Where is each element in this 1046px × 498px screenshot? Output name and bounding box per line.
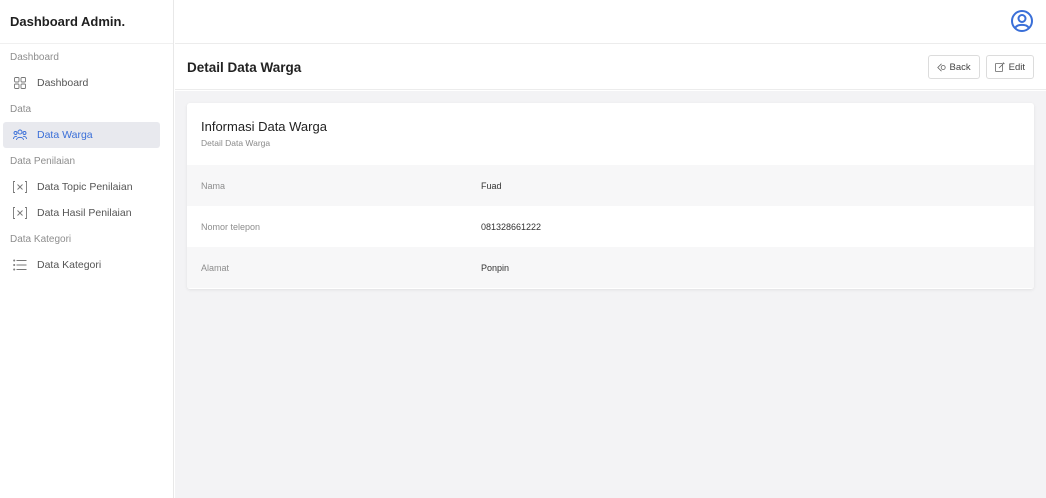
sidebar-item-label: Dashboard xyxy=(37,77,89,89)
sidebar-item-label: Data Topic Penilaian xyxy=(37,181,133,193)
row-key: Nama xyxy=(201,180,226,191)
row-value: Fuad xyxy=(481,180,502,191)
sidebar-item-data-topic-penilaian[interactable]: Data Topic Penilaian xyxy=(3,174,160,200)
detail-row-nama: Nama Fuad xyxy=(187,165,1034,206)
list-icon xyxy=(12,258,28,272)
sidebar-item-data-kategori[interactable]: Data Kategori xyxy=(3,252,160,278)
sidebar-item-label: Data Warga xyxy=(37,129,93,141)
brand-title: Dashboard Admin. xyxy=(0,0,173,44)
sidebar-item-label: Data Kategori xyxy=(37,259,102,271)
grid-icon xyxy=(12,76,28,90)
detail-card: Informasi Data Warga Detail Data Warga N… xyxy=(187,103,1034,289)
page-title: Detail Data Warga xyxy=(187,59,302,75)
row-key: Alamat xyxy=(201,262,230,273)
sidebar-item-dashboard[interactable]: Dashboard xyxy=(3,70,160,96)
back-label: Back xyxy=(949,61,971,73)
main-content: Informasi Data Warga Detail Data Warga N… xyxy=(175,91,1046,498)
people-icon xyxy=(12,128,28,142)
section-data: Data xyxy=(10,103,32,115)
top-bar xyxy=(175,0,1046,44)
edit-icon xyxy=(994,62,1005,72)
edit-button[interactable]: Edit xyxy=(985,55,1034,79)
detail-row-alamat: Alamat Ponpin xyxy=(187,247,1034,288)
section-data-kategori: Data Kategori xyxy=(10,233,72,245)
user-avatar-icon[interactable] xyxy=(1010,9,1034,33)
x-bracket-icon xyxy=(12,180,28,194)
section-data-penilaian: Data Penilaian xyxy=(10,155,76,167)
header-actions: Back Edit xyxy=(927,55,1034,79)
back-button[interactable]: Back xyxy=(927,55,980,79)
card-subtitle: Detail Data Warga xyxy=(201,138,271,148)
sidebar-item-data-warga[interactable]: Data Warga xyxy=(3,122,160,148)
sidebar-item-data-hasil-penilaian[interactable]: Data Hasil Penilaian xyxy=(3,200,160,226)
row-value: 081328661222 xyxy=(481,221,542,232)
row-key: Nomor telepon xyxy=(201,221,261,232)
x-bracket-icon xyxy=(12,206,28,220)
sidebar: Dashboard Admin. Dashboard Dashboard Dat… xyxy=(0,0,174,498)
edit-label: Edit xyxy=(1008,61,1025,73)
card-header: Informasi Data Warga Detail Data Warga xyxy=(187,103,1034,165)
page-header: Detail Data Warga Back Edit xyxy=(175,45,1046,90)
section-dashboard: Dashboard xyxy=(10,51,59,63)
detail-row-telepon: Nomor telepon 081328661222 xyxy=(187,206,1034,247)
back-icon xyxy=(936,63,946,72)
card-title: Informasi Data Warga xyxy=(201,119,327,134)
row-value: Ponpin xyxy=(481,262,510,273)
sidebar-item-label: Data Hasil Penilaian xyxy=(37,207,132,219)
